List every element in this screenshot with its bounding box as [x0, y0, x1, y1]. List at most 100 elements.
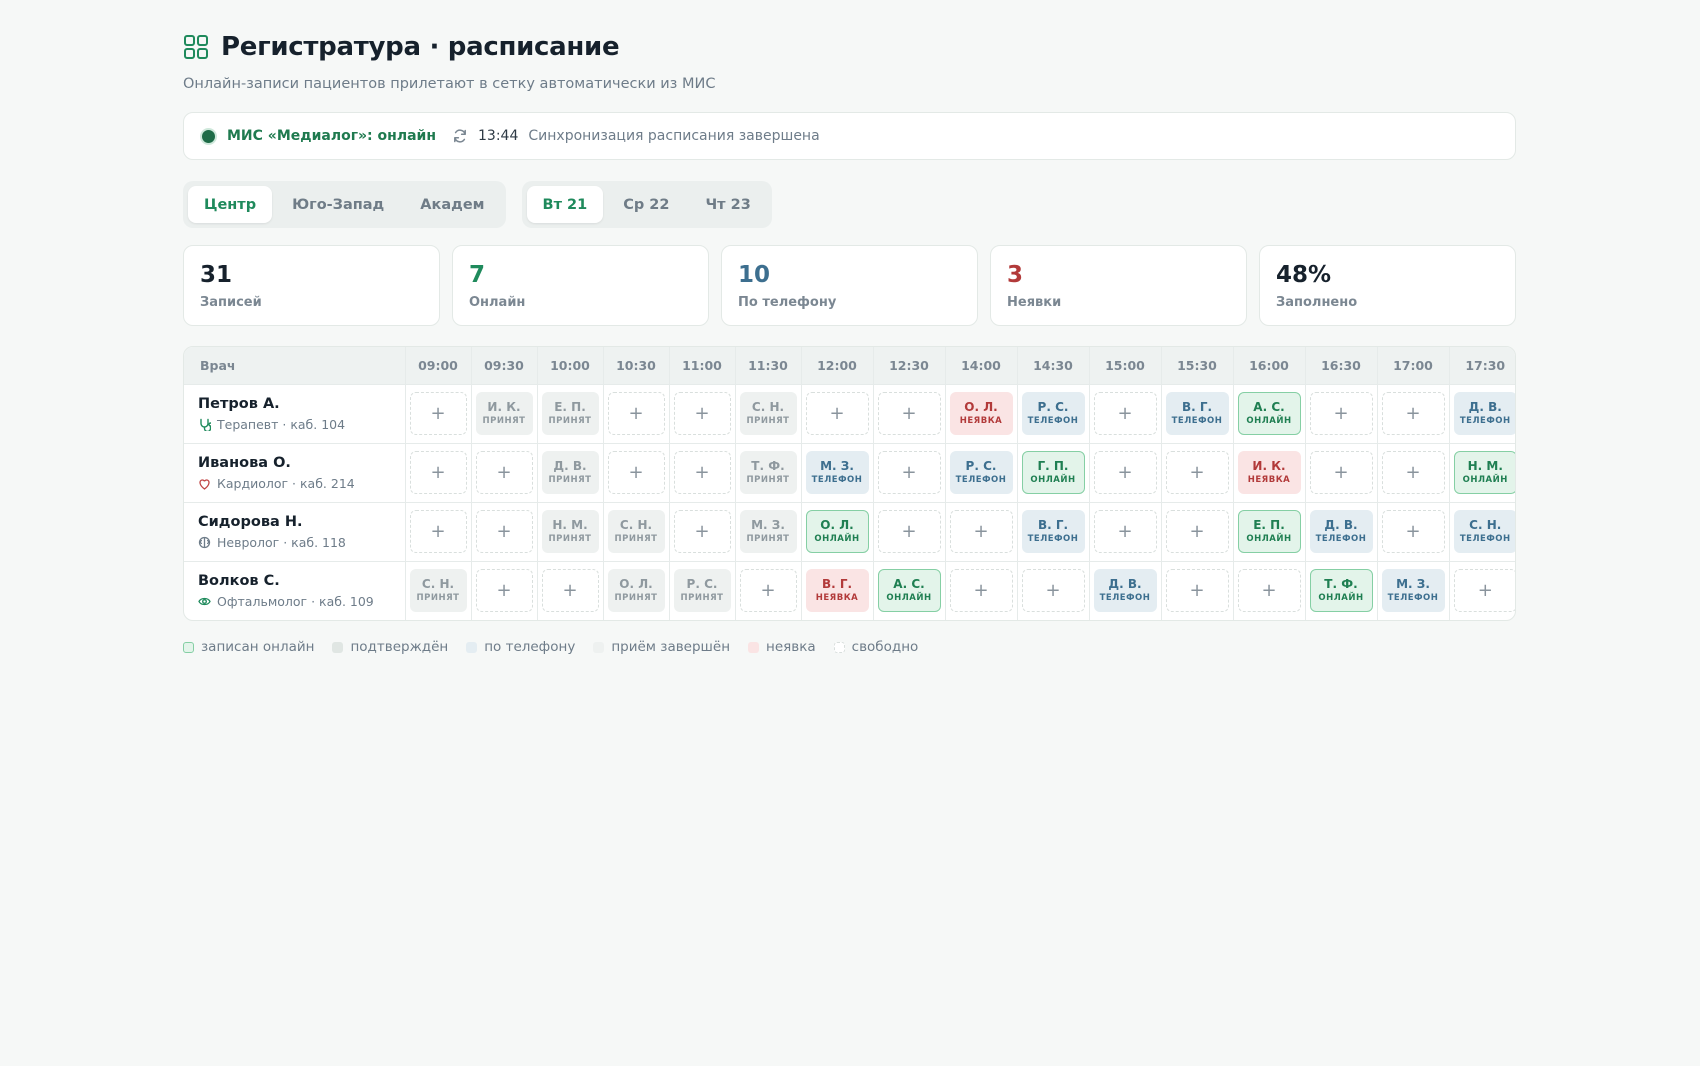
free-slot[interactable]: +: [1309, 392, 1373, 435]
free-slot[interactable]: +: [877, 451, 941, 494]
sync-message: Синхронизация расписания завершена: [528, 128, 820, 144]
slot-cell: О. Л. принят: [603, 560, 670, 620]
free-slot[interactable]: +: [949, 510, 1013, 553]
slot-cell: +: [471, 442, 538, 502]
free-slot[interactable]: +: [1021, 569, 1085, 613]
appointment-slot[interactable]: И. К. неявка: [1237, 451, 1301, 494]
free-slot[interactable]: +: [1093, 510, 1157, 553]
free-slot[interactable]: +: [877, 392, 941, 435]
patient-initials: О. Л.: [619, 577, 653, 592]
appointment-slot[interactable]: В. Г. телефон: [1021, 510, 1085, 553]
appointment-slot[interactable]: Д. В. телефон: [1453, 392, 1515, 435]
free-slot[interactable]: +: [673, 392, 731, 435]
branch-tab-3[interactable]: Академ: [404, 186, 500, 223]
patient-initials: Р. С.: [1037, 400, 1069, 414]
slot-cell: +: [1161, 560, 1234, 620]
slot-cell: Е. П. онлайн: [1233, 501, 1306, 561]
appointment-slot[interactable]: О. Л. принят: [607, 569, 665, 613]
appointment-slot[interactable]: С. Н. телефон: [1453, 510, 1515, 553]
grid-icon: [184, 35, 208, 59]
free-slot[interactable]: +: [673, 510, 731, 553]
free-slot[interactable]: +: [475, 569, 533, 613]
slot-cell: Т. Ф. онлайн: [1305, 560, 1378, 620]
eye-icon: [198, 597, 211, 605]
free-slot[interactable]: +: [475, 451, 533, 494]
day-tab-1[interactable]: Вт 21: [526, 186, 604, 223]
stat-value: 31: [200, 262, 233, 288]
branch-tab-2[interactable]: Юго-Запад: [276, 186, 400, 223]
slot-cell: +: [801, 383, 874, 443]
appointment-slot[interactable]: В. Г. неявка: [805, 569, 869, 613]
slot-cell: +: [735, 560, 802, 620]
appointment-slot[interactable]: Р. С. телефон: [949, 451, 1013, 494]
appointment-slot[interactable]: А. С. онлайн: [1237, 392, 1301, 435]
appointment-slot[interactable]: М. З. телефон: [805, 451, 869, 494]
appointment-slot[interactable]: Д. В. телефон: [1093, 569, 1157, 613]
appointment-slot[interactable]: С. Н. принят: [409, 569, 467, 613]
free-slot[interactable]: +: [1381, 451, 1445, 494]
free-slot[interactable]: +: [877, 510, 941, 553]
free-slot[interactable]: +: [1093, 392, 1157, 435]
sync-icon[interactable]: [452, 128, 468, 144]
appointment-slot[interactable]: Р. С. телефон: [1021, 392, 1085, 435]
patient-initials: М. З.: [1396, 577, 1430, 592]
free-slot[interactable]: +: [1453, 569, 1515, 613]
day-tab-2[interactable]: Ср 22: [607, 186, 685, 223]
free-slot[interactable]: +: [1093, 451, 1157, 494]
appointment-slot[interactable]: Д. В. принят: [541, 451, 599, 494]
free-slot[interactable]: +: [673, 451, 731, 494]
appointment-slot[interactable]: О. Л. неявка: [949, 392, 1013, 435]
free-slot[interactable]: +: [1165, 451, 1229, 494]
free-slot[interactable]: +: [475, 510, 533, 553]
free-slot[interactable]: +: [541, 569, 599, 613]
slot-cell: Р. С. телефон: [945, 442, 1018, 502]
appointment-slot[interactable]: Н. М. онлайн: [1453, 451, 1515, 494]
free-slot[interactable]: +: [1381, 510, 1445, 553]
appointment-slot[interactable]: Е. П. принят: [541, 392, 599, 435]
stat-card: 31 Записей: [183, 245, 440, 326]
free-slot[interactable]: +: [805, 392, 869, 435]
free-slot[interactable]: +: [1165, 510, 1229, 553]
slot-cell: +: [1305, 383, 1378, 443]
free-slot[interactable]: +: [409, 510, 467, 553]
free-slot[interactable]: +: [1237, 569, 1301, 613]
slot-cell: +: [405, 383, 472, 443]
free-slot[interactable]: +: [1309, 451, 1373, 494]
appointment-slot[interactable]: Г. П. онлайн: [1021, 451, 1085, 494]
appointment-slot[interactable]: Е. П. онлайн: [1237, 510, 1301, 553]
appointment-slot[interactable]: В. Г. телефон: [1165, 392, 1229, 435]
free-slot[interactable]: +: [739, 569, 797, 613]
appointment-slot[interactable]: М. З. принят: [739, 510, 797, 553]
appointment-slot[interactable]: Д. В. телефон: [1309, 510, 1373, 553]
day-tab-3[interactable]: Чт 23: [689, 186, 766, 223]
patient-initials: М. З.: [820, 459, 854, 473]
free-slot[interactable]: +: [1165, 569, 1229, 613]
slot-cell: А. С. онлайн: [1233, 383, 1306, 443]
slot-cell: +: [471, 501, 538, 561]
free-slot[interactable]: +: [607, 451, 665, 494]
appointment-slot[interactable]: Т. Ф. онлайн: [1309, 569, 1373, 613]
appointment-slot[interactable]: Т. Ф. принят: [739, 451, 797, 494]
legend-label: подтверждён: [350, 639, 449, 655]
appointment-slot[interactable]: М. З. телефон: [1381, 569, 1445, 613]
doctor-cell: Иванова О. Кардиолог · каб. 214: [184, 442, 406, 502]
free-slot[interactable]: +: [409, 451, 467, 494]
legend-label: свободно: [851, 639, 919, 655]
page-title: Регистратура · расписание: [221, 32, 620, 62]
free-slot[interactable]: +: [607, 392, 665, 435]
slot-cell: +: [603, 442, 670, 502]
free-slot[interactable]: +: [949, 569, 1013, 613]
time-header: 10:30: [603, 347, 670, 384]
appointment-slot[interactable]: Р. С. принят: [673, 569, 731, 613]
slot-cell: +: [873, 383, 946, 443]
appointment-slot[interactable]: С. Н. принят: [739, 392, 797, 435]
appointment-slot[interactable]: А. С. онлайн: [877, 569, 941, 613]
appointment-slot[interactable]: С. Н. принят: [607, 510, 665, 553]
appointment-slot[interactable]: И. К. принят: [475, 392, 533, 435]
branch-tab-1[interactable]: Центр: [188, 186, 273, 223]
sync-status-bar: МИС «Медиалог»: онлайн 13:44 Синхронизац…: [183, 112, 1516, 160]
appointment-slot[interactable]: О. Л. онлайн: [805, 510, 869, 553]
free-slot[interactable]: +: [409, 392, 467, 435]
free-slot[interactable]: +: [1381, 392, 1445, 435]
appointment-slot[interactable]: Н. М. принят: [541, 510, 599, 553]
